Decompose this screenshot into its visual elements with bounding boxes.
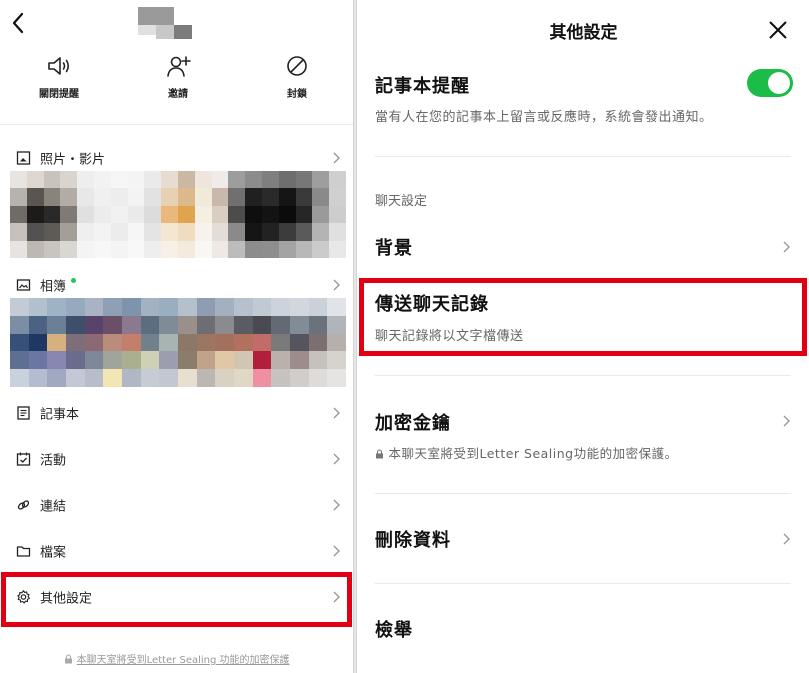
encryption-key-text: 本聊天室將受到Letter Sealing功能的加密保護。 [388,446,678,461]
photo-thumbnails-pixelated[interactable] [10,171,346,258]
photos-videos-label: 照片・影片 [40,152,106,168]
action-bar: 關閉提醒 邀請 封鎖 [0,54,353,106]
albums-row[interactable]: 相簿 [0,273,353,297]
report-row[interactable]: 檢舉 [357,604,809,652]
photos-videos-row[interactable]: 照片・影片 [0,146,353,170]
events-label: 活動 [40,453,67,469]
chevron-right-icon [783,415,790,427]
note-reminder-description: 當有人在您的記事本上留言或反應時，系統會發出通知。 [375,110,713,125]
albums-label: 相簿 [40,279,67,295]
toggle-knob [768,72,790,94]
divider [375,583,791,584]
encryption-footer-text: 本聊天室將受到Letter Sealing 功能的加密保護 [76,655,290,666]
send-chat-history-row[interactable]: 傳送聊天記錄 聊天記錄將以文字檔傳送 [357,282,809,354]
background-label: 背景 [375,238,413,259]
mute-notifications-button[interactable]: 關閉提醒 [17,54,101,100]
album-thumbnails-pixelated[interactable] [10,298,346,387]
invite-button[interactable]: 邀請 [136,54,220,100]
speaker-icon [48,57,70,75]
chevron-right-icon [333,545,340,557]
send-chat-history-description: 聊天記錄將以文字檔傳送 [375,329,524,344]
send-chat-history-title: 傳送聊天記錄 [375,294,489,315]
close-icon [769,21,787,39]
note-reminder-toggle[interactable] [747,69,793,97]
chat-info-panel: 關閉提醒 邀請 封鎖 照片・影片 相簿 記事本 活動 連結 檔案 其他設定 本聊… [0,0,354,673]
divider [0,124,353,125]
links-label: 連結 [40,499,67,515]
other-settings-panel: 其他設定 記事本提醒 當有人在您的記事本上留言或反應時，系統會發出通知。 聊天設… [356,0,809,673]
files-label: 檔案 [40,545,67,561]
chevron-right-icon [333,407,340,419]
add-user-icon [167,56,191,77]
block-button[interactable]: 封鎖 [255,54,339,100]
chevron-right-icon [333,279,340,291]
encryption-key-row[interactable]: 加密金鑰 本聊天室將受到Letter Sealing功能的加密保護。 [357,396,809,472]
note-icon [17,406,30,420]
other-settings-label: 其他設定 [40,591,93,607]
chat-settings-header: 聊天設定 [375,194,428,209]
invite-label: 邀請 [168,89,188,100]
divider [375,493,791,494]
encryption-footer: 本聊天室將受到Letter Sealing 功能的加密保護 [0,651,353,666]
back-button[interactable] [8,10,30,36]
encryption-key-description: 本聊天室將受到Letter Sealing功能的加密保護。 [375,443,678,462]
new-indicator-dot [71,278,76,283]
calendar-check-icon [16,452,31,466]
folder-icon [16,546,31,557]
report-label: 檢舉 [375,620,413,641]
delete-data-label: 刪除資料 [375,530,451,551]
divider [375,375,791,376]
gear-icon [17,590,30,604]
other-settings-row[interactable]: 其他設定 [0,577,353,617]
files-row[interactable]: 檔案 [0,531,353,571]
close-button[interactable] [767,19,789,41]
album-icon [16,279,31,291]
note-reminder-title: 記事本提醒 [375,76,470,97]
link-icon [17,500,30,510]
chevron-right-icon [783,533,790,545]
lock-icon [376,449,383,459]
encryption-key-title: 加密金鑰 [375,413,451,434]
chevron-right-icon [783,241,790,253]
chat-name-pixelated [138,7,192,43]
chevron-left-icon [12,12,24,34]
chevron-right-icon [333,453,340,465]
block-label: 封鎖 [287,89,307,100]
chevron-right-icon [333,591,340,603]
block-icon [287,56,307,76]
divider [375,156,791,157]
notes-row[interactable]: 記事本 [0,393,353,433]
mute-notifications-label: 關閉提醒 [39,89,79,100]
chevron-right-icon [333,499,340,511]
events-row[interactable]: 活動 [0,439,353,479]
lock-icon [65,654,73,664]
page-title: 其他設定 [549,23,618,43]
links-row[interactable]: 連結 [0,485,353,525]
delete-data-row[interactable]: 刪除資料 [357,514,809,562]
image-icon [16,151,31,165]
chevron-right-icon [333,152,340,164]
background-row[interactable]: 背景 [357,222,809,270]
notes-label: 記事本 [40,407,80,423]
